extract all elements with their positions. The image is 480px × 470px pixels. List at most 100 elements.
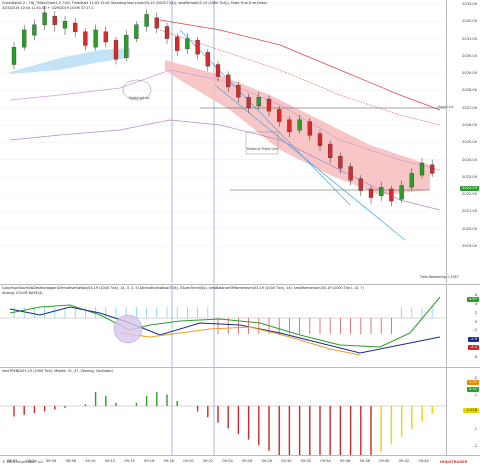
oscillator-tick-label: -8 (473, 355, 477, 359)
oscillator-tick-label: 2 (474, 310, 477, 315)
candle-down (307, 121, 312, 136)
candle-down (358, 178, 363, 191)
candle-up (399, 185, 404, 200)
oscillator-blue-line (9, 306, 441, 354)
time-axis[interactable]: 08:52 08:54 08:56 08:58 09:10 09:12 09:14 09:16… (0, 455, 480, 470)
oscillator-panel[interactable]: ColorVsprStochSwDepthdragger(DerivativeS… (0, 284, 480, 367)
candle-up (185, 38, 190, 50)
candle-down (52, 15, 57, 25)
candle-down (154, 17, 159, 29)
annotation-faded-setup: Faded set up (129, 96, 150, 100)
oscillator-tick-label: 4 (474, 301, 477, 306)
candle-down (215, 64, 221, 77)
trend-tick-label: -2 (473, 444, 477, 448)
oscillator-subheader: Analog: COLOR BASE(4) (2, 291, 43, 295)
current-price-badge: 2023.25 (460, 186, 479, 191)
candle-down (266, 98, 272, 112)
time-tick-label: 09:40 (379, 459, 390, 463)
time-tick-label: 09:22 (202, 459, 214, 463)
time-tick-label: 09:10 (85, 459, 96, 463)
time-tick-label: 08:58 (65, 459, 76, 463)
time-tick-label: 09:44 (418, 459, 429, 463)
price-tick-label: 2028.00 (462, 88, 477, 93)
oscillator-tick-label: -2 (473, 328, 477, 333)
candle-up (297, 119, 302, 131)
price-tick-label: 2020.00 (462, 226, 477, 231)
price-tick-label: 2032.00 (462, 19, 477, 24)
candle-up (62, 21, 68, 29)
osc-value-red: -4.5 (467, 345, 479, 350)
price-tick-label: 2029.00 (462, 71, 477, 76)
time-tick-label: 09:34 (320, 459, 331, 463)
time-tick-label: 09:30 (281, 459, 292, 463)
price-chart-subheader: 3/25/2019 10:54 11:51.00 + 3/29/2019 10:… (2, 6, 94, 10)
price-tick-label: 2030.00 (462, 53, 477, 58)
price-tick-label: 2024.00 (462, 157, 477, 162)
candle-up (409, 173, 414, 188)
candle-down (317, 133, 323, 146)
price-tick-label: 2023.00 (462, 174, 477, 179)
candle-down (236, 85, 241, 98)
trend-tick-label: -1 (473, 427, 477, 431)
price-axis[interactable]: 2033.00 2032.00 2031.00 2030.00 2029.00 2028.… (446, 0, 480, 283)
candle-down (164, 26, 170, 39)
time-tick-label: 09:16 (144, 459, 155, 463)
trend-canvas[interactable] (0, 368, 446, 456)
candle-down (368, 188, 374, 198)
candle-up (124, 34, 129, 58)
candle-down (226, 74, 231, 88)
oscillator-axis[interactable]: 6420-2-4-6-8 4.97 -2.9 -4.5 (446, 285, 480, 367)
candle-down (113, 40, 119, 60)
candle-down (246, 97, 251, 108)
ninjatrader-watermark: NINJATRADER (440, 460, 468, 464)
time-tick-label: 09:32 (300, 459, 312, 463)
candle-up (134, 24, 139, 39)
time-tick-label: 09:36 (340, 459, 351, 463)
candle-up (11, 47, 17, 65)
candle-up (256, 97, 261, 107)
oscillator-canvas[interactable] (0, 285, 446, 367)
candle-up (42, 12, 47, 25)
candle-up (22, 29, 27, 48)
time-tick-label: 09:14 (124, 459, 135, 463)
time-tick-label: 09:20 (183, 459, 194, 463)
annotation-faded-trendline: Faded at Trend Line (247, 147, 279, 151)
osc-value-green: 4.97 (466, 297, 479, 302)
time-tick-label: 09:12 (104, 459, 116, 463)
candle-down (103, 31, 108, 43)
oscillator-green-line (9, 296, 441, 348)
candle-down (338, 155, 343, 169)
oscillator-header: ColorVsprStochSwDepthdragger(DerivativeS… (2, 286, 364, 290)
price-tick-label: 2019.00 (462, 244, 477, 248)
candle-down (430, 164, 435, 174)
candle-down (277, 109, 282, 122)
candle-down (389, 188, 394, 202)
price-tick-label: 2027.00 (462, 105, 477, 110)
price-tick-label: 2026.00 (462, 123, 477, 127)
trend-value-orange: 1.21 (466, 380, 479, 385)
osc-value-blue: -2.9 (467, 337, 479, 342)
candle-up (144, 14, 149, 27)
time-tick-label: 09:42 (398, 459, 410, 463)
candle-down (195, 40, 200, 55)
candle-down (73, 22, 78, 32)
price-tick-label: 2025.00 (462, 140, 477, 145)
trend-axis[interactable]: 210-1-2 1.21 0.12 -1.028 (446, 368, 480, 456)
copyright-footer: © 2019 NinjaTrader, LLC (2, 460, 44, 464)
candle-down (287, 119, 292, 133)
oscillator-tick-label: 0 (474, 319, 477, 324)
time-tick-label: 09:24 (222, 459, 233, 463)
price-chart-panel[interactable]: ChainData1.2 - 7HJ_TMainChart1.0 7:00, T… (0, 0, 480, 283)
bull-cloud (10, 48, 130, 74)
price-chart-canvas[interactable] (0, 0, 446, 283)
trend-panel[interactable]: smaTREND(03-19 (2000 Tick), Middle, 51, … (0, 367, 480, 456)
price-tick-label: 2021.00 (462, 209, 477, 214)
candle-up (93, 29, 98, 48)
price-chart-header: ChainData1.2 - 7HJ_TMainChart1.0 7:00, T… (2, 1, 267, 5)
time-tick-label: 09:28 (261, 459, 272, 463)
time-tick-label: 09:26 (242, 459, 253, 463)
candle-down (348, 166, 353, 181)
price-tick-label: 2031.00 (462, 36, 477, 41)
price-tick-label: 2022.00 (462, 192, 477, 197)
price-tick-label: 2033.00 (462, 2, 477, 6)
